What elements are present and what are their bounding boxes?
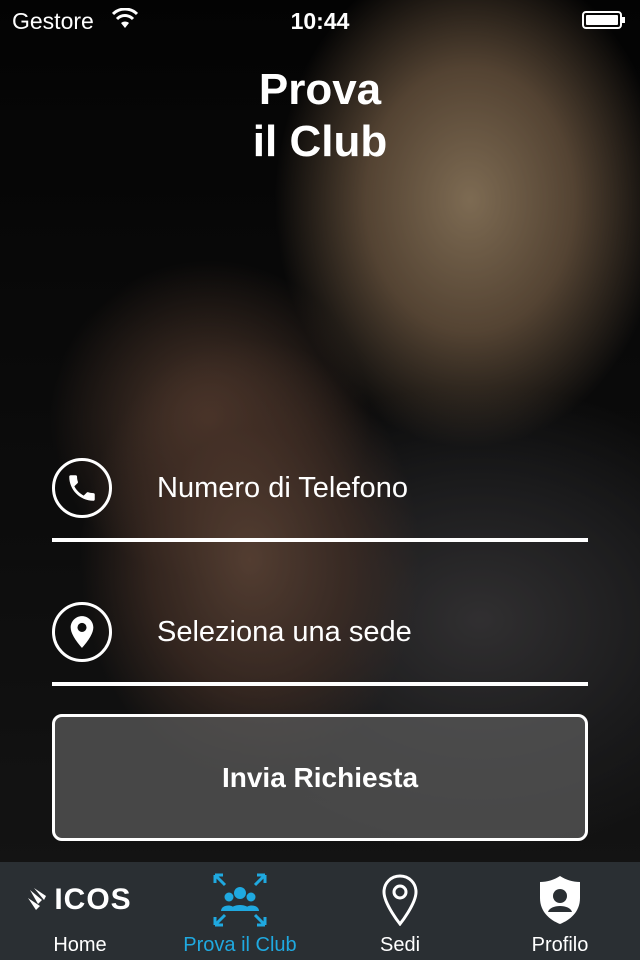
tab-profilo[interactable]: Profilo bbox=[480, 862, 640, 960]
submit-label: Invia Richiesta bbox=[221, 761, 419, 793]
tab-profilo-label: Profilo bbox=[531, 934, 589, 956]
clock: 10:44 bbox=[290, 8, 350, 34]
tab-home[interactable]: ICOS Home bbox=[0, 862, 160, 960]
location-field[interactable]: Seleziona una sede bbox=[52, 602, 588, 686]
location-pin-icon bbox=[52, 602, 112, 662]
map-pin-icon bbox=[320, 870, 480, 930]
battery-icon bbox=[582, 11, 625, 29]
phone-field[interactable]: Numero di Telefono bbox=[52, 458, 588, 542]
title-line-2: il Club bbox=[252, 117, 388, 166]
tab-prova-il-club[interactable]: Prova il Club bbox=[160, 862, 320, 960]
phone-input[interactable]: Numero di Telefono bbox=[157, 472, 408, 505]
tab-sedi-label: Sedi bbox=[379, 934, 421, 956]
tab-sedi[interactable]: Sedi bbox=[320, 862, 480, 960]
icos-logo-text: ICOS bbox=[54, 883, 132, 916]
tab-home-label: Home bbox=[53, 934, 107, 956]
phone-icon bbox=[52, 458, 112, 518]
submit-request-button[interactable]: Invia Richiesta bbox=[52, 714, 588, 841]
shield-user-icon bbox=[480, 870, 640, 930]
title-line-1: Prova bbox=[258, 65, 382, 114]
tab-prova-il-club-label: Prova il Club bbox=[183, 934, 297, 956]
tab-bar: ICOS Home Prova il Club Sedi Profilo bbox=[0, 862, 640, 960]
status-bar: Gestore 10:44 bbox=[0, 0, 640, 40]
location-select[interactable]: Seleziona una sede bbox=[157, 616, 412, 649]
icos-logo-icon: ICOS bbox=[0, 870, 160, 930]
group-icon bbox=[160, 870, 320, 930]
page-title: Prova il Club bbox=[0, 64, 640, 168]
